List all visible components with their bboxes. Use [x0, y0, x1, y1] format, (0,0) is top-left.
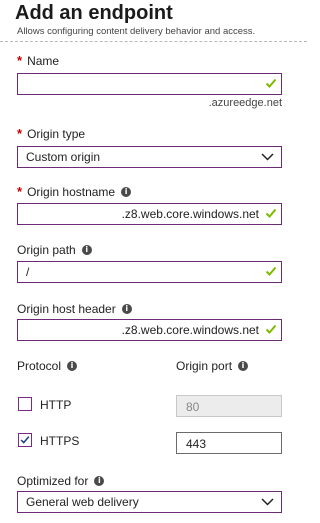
origin-path-input[interactable]: / — [17, 261, 282, 283]
http-port-input[interactable]: 80 — [176, 395, 282, 417]
info-icon[interactable]: i — [238, 361, 249, 371]
blade-header: Add an endpoint Allows configuring conte… — [0, 0, 307, 42]
protocol-label: Protocol i — [17, 359, 78, 373]
page-title: Add an endpoint — [15, 2, 173, 24]
https-port-input[interactable]: 443 — [176, 432, 282, 454]
info-icon[interactable]: i — [94, 476, 105, 486]
origin-host-header-label: Origin host header i — [17, 302, 132, 316]
origin-hostname-input[interactable]: .z8.web.core.windows.net — [17, 203, 282, 225]
origin-path-label: Origin path i — [17, 243, 92, 257]
name-suffix: .azureedge.net — [208, 97, 282, 109]
valid-check-icon — [265, 208, 277, 218]
info-icon[interactable]: i — [121, 186, 132, 197]
optimized-for-label: Optimized for i — [17, 474, 105, 488]
info-icon[interactable]: i — [121, 304, 132, 314]
chevron-down-icon — [261, 153, 274, 161]
origin-port-label: Origin port i — [176, 359, 249, 373]
optimized-for-dropdown[interactable]: General web delivery — [17, 491, 282, 513]
checkmark-icon — [20, 436, 30, 444]
http-checkbox[interactable] — [18, 397, 32, 411]
origin-type-label: * Origin type — [17, 126, 86, 141]
page-subtitle: Allows configuring content delivery beha… — [17, 26, 256, 37]
valid-check-icon — [265, 78, 277, 88]
required-marker: * — [17, 126, 23, 141]
info-icon[interactable]: i — [67, 361, 78, 371]
origin-type-dropdown[interactable]: Custom origin — [17, 146, 282, 168]
name-label: * Name — [17, 53, 60, 68]
https-checkbox[interactable] — [18, 433, 32, 447]
name-input[interactable] — [17, 73, 282, 95]
valid-check-icon — [265, 324, 277, 334]
https-checkbox-label: HTTPS — [40, 434, 80, 448]
http-checkbox-label: HTTP — [40, 398, 72, 412]
info-icon[interactable]: i — [81, 245, 92, 255]
origin-hostname-label: * Origin hostname i — [17, 184, 132, 199]
required-marker: * — [17, 53, 23, 68]
valid-check-icon — [265, 266, 277, 276]
required-marker: * — [17, 184, 23, 199]
chevron-down-icon — [261, 498, 274, 506]
origin-host-header-input[interactable]: .z8.web.core.windows.net — [17, 319, 282, 341]
